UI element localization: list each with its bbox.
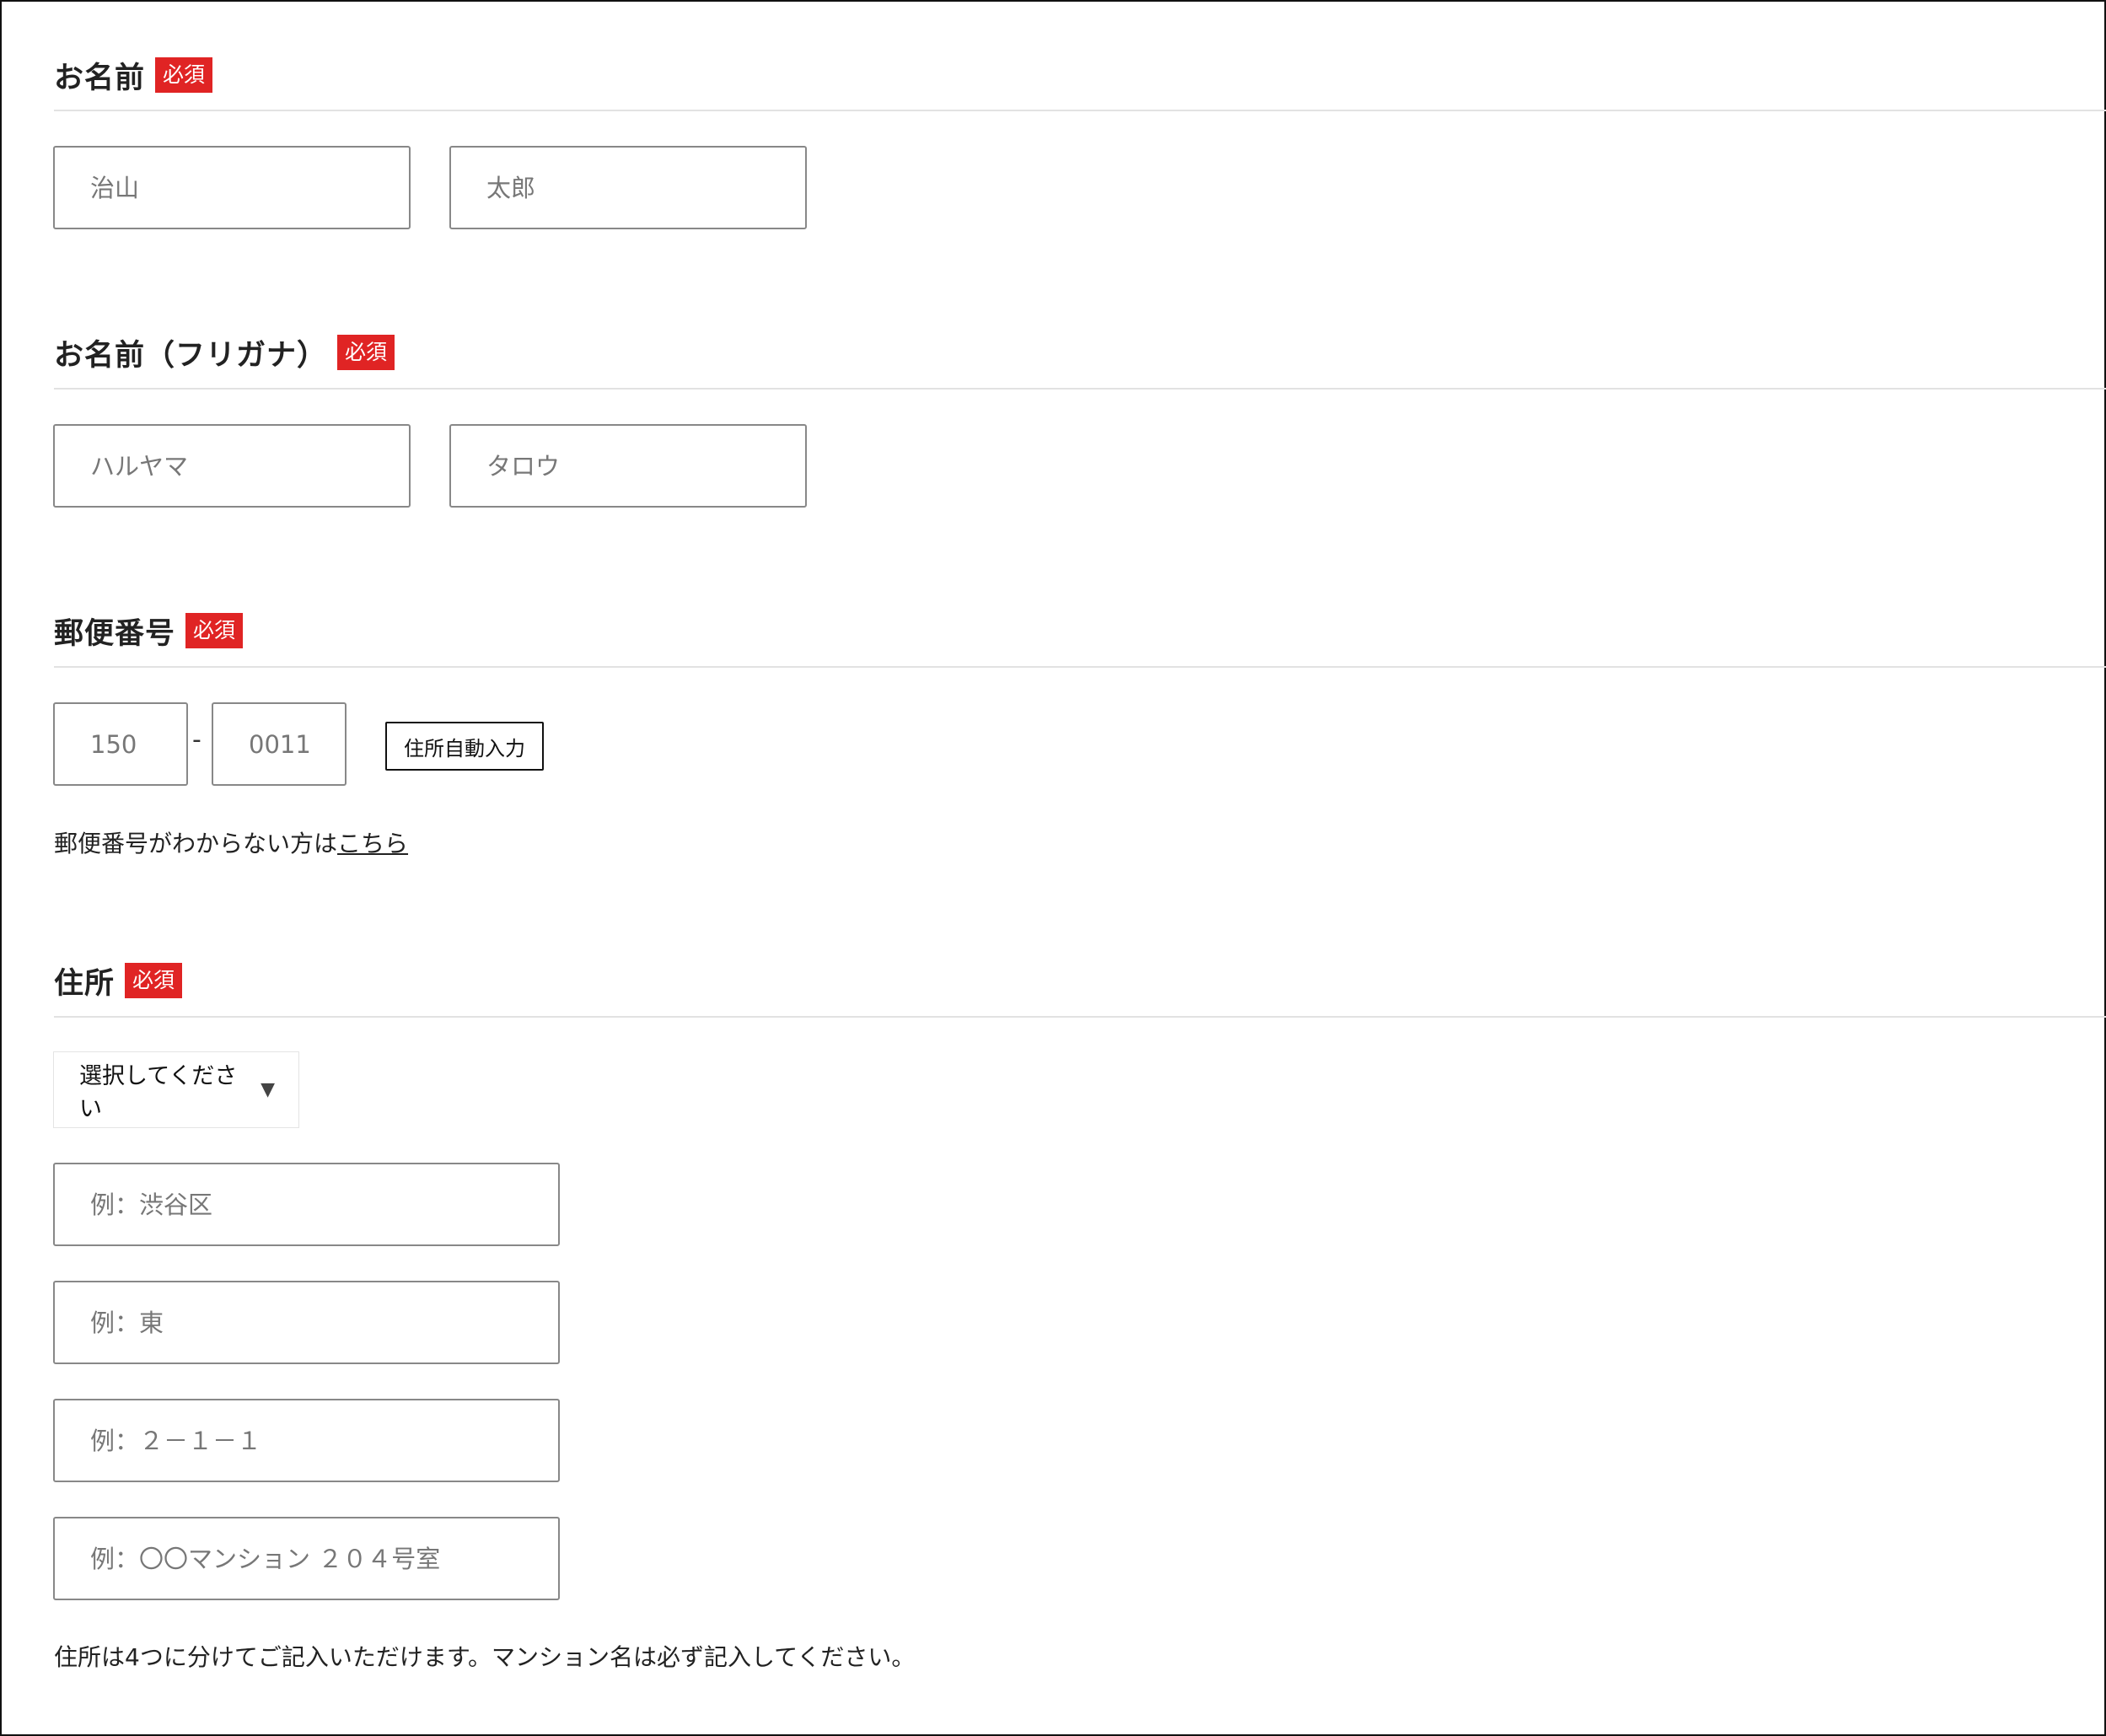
last-name-kana-field[interactable] xyxy=(53,424,411,508)
city-field[interactable] xyxy=(53,1163,560,1246)
address-note: 住所は4つに分けてご記入いただけます。マンション名は必ず記入してください。 xyxy=(54,1643,916,1671)
zip-first-input[interactable] xyxy=(55,704,186,784)
building-input[interactable] xyxy=(55,1518,558,1599)
first-name-kana-input[interactable] xyxy=(451,426,805,506)
street-field[interactable] xyxy=(53,1399,560,1482)
last-name-field[interactable] xyxy=(53,146,411,229)
required-badge: 必須 xyxy=(337,335,395,370)
zip-second-input[interactable] xyxy=(213,704,345,784)
zip-second-field[interactable] xyxy=(212,702,347,786)
divider xyxy=(54,110,2106,111)
kana-section: お名前（フリガナ） 必須 xyxy=(54,331,2106,374)
postal-heading: 郵便番号 必須 xyxy=(54,610,2106,652)
required-badge: 必須 xyxy=(155,57,213,93)
prefecture-select[interactable]: 選択してください ▼ xyxy=(53,1051,299,1128)
address-label: 住所 xyxy=(54,966,116,1001)
triangle-down-icon: ▼ xyxy=(261,1079,275,1100)
first-name-kana-field[interactable] xyxy=(449,424,807,508)
zip-separator: - xyxy=(192,725,201,755)
kana-heading: お名前（フリガナ） 必須 xyxy=(54,331,2106,374)
prefecture-select-value: 選択してください xyxy=(79,1062,238,1122)
postal-help-link[interactable]: こちら xyxy=(337,830,408,857)
first-name-input[interactable] xyxy=(451,148,805,228)
postal-help: 郵便番号がわからない方はこちら xyxy=(54,825,408,859)
zip-first-field[interactable] xyxy=(53,702,188,786)
address-section: 住所 必須 xyxy=(54,959,2106,1002)
required-badge: 必須 xyxy=(125,963,183,998)
name-section: お名前 必須 xyxy=(54,54,2106,96)
last-name-kana-input[interactable] xyxy=(55,426,409,506)
address-autofill-button[interactable]: 住所自動入力 xyxy=(385,722,544,771)
kana-label: お名前（フリガナ） xyxy=(54,338,328,373)
name-label: お名前 xyxy=(54,61,146,95)
name-heading: お名前 必須 xyxy=(54,54,2106,96)
divider xyxy=(54,388,2106,390)
divider xyxy=(54,1016,2106,1018)
street-input[interactable] xyxy=(55,1400,558,1481)
postal-section: 郵便番号 必須 xyxy=(54,610,2106,652)
required-badge: 必須 xyxy=(185,613,244,648)
postal-label: 郵便番号 xyxy=(54,616,176,651)
divider xyxy=(54,666,2106,668)
building-field[interactable] xyxy=(53,1517,560,1600)
city-input[interactable] xyxy=(55,1164,558,1244)
address-heading: 住所 必須 xyxy=(54,959,2106,1002)
postal-help-text: 郵便番号がわからない方は xyxy=(54,830,338,857)
town-field[interactable] xyxy=(53,1281,560,1364)
last-name-input[interactable] xyxy=(55,148,409,228)
town-input[interactable] xyxy=(55,1282,558,1362)
first-name-field[interactable] xyxy=(449,146,807,229)
